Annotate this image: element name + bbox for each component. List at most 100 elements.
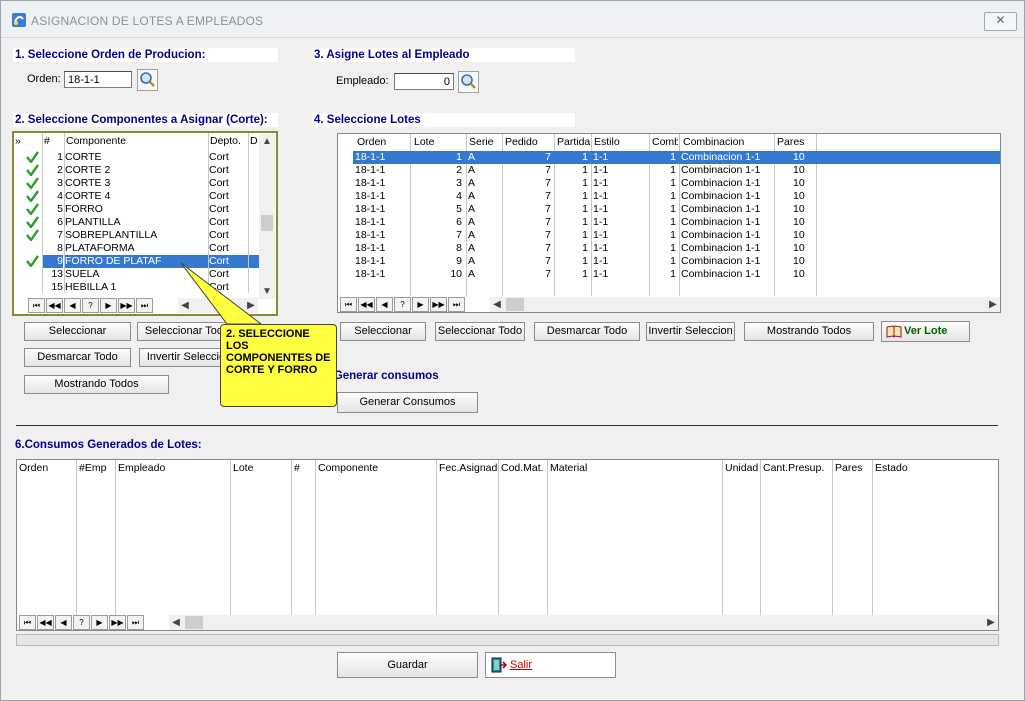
checkmark-icon[interactable] (26, 177, 39, 189)
num-header[interactable]: # (44, 134, 50, 148)
comp-desmarcar-todo-button[interactable]: Desmarcar Todo (24, 348, 131, 367)
consumos-material-header[interactable]: Material (550, 461, 587, 475)
componente-header[interactable]: Componente (66, 134, 126, 148)
consumos-orden-header[interactable]: Orden (19, 461, 48, 475)
nav-help-icon[interactable]: ? (82, 298, 99, 313)
nav-prev-page-icon[interactable]: ◀◀ (46, 298, 63, 313)
consumos-estado-header[interactable]: Estado (875, 461, 908, 475)
nav-last-icon[interactable]: ⏭ (448, 297, 465, 312)
nav-next-icon[interactable]: ▶ (100, 298, 117, 313)
scroll-left-icon[interactable]: ◀ (490, 297, 504, 312)
nav-next-page-icon[interactable]: ▶▶ (118, 298, 135, 313)
table-row[interactable]: 18-1-1 9 A 7 1 1-1 1 Combinacion 1-1 10 (338, 255, 1000, 268)
consumos-hscroll[interactable]: ◀ ▶ (169, 615, 998, 630)
nav-next-page-icon[interactable]: ▶▶ (430, 297, 447, 312)
lotes-estilo-header[interactable]: Estilo (594, 135, 620, 149)
checkmark-icon[interactable] (26, 229, 39, 241)
lotes-serie-header[interactable]: Serie (469, 135, 494, 149)
lotes-seleccionar-button[interactable]: Seleccionar (340, 322, 426, 341)
nav-first-icon[interactable]: ⏮ (28, 298, 45, 313)
scroll-thumb[interactable] (261, 215, 273, 231)
table-row[interactable]: 5 FORRO Cort (14, 203, 259, 216)
checkmark-icon[interactable] (26, 255, 39, 267)
consumos-emp-header[interactable]: #Emp (79, 461, 106, 475)
guardar-button[interactable]: Guardar (337, 652, 478, 678)
nav-prev-page-icon[interactable]: ◀◀ (37, 615, 54, 630)
table-row[interactable]: 18-1-1 5 A 7 1 1-1 1 Combinacion 1-1 10 (338, 203, 1000, 216)
lotes-seleccionar-todo-button[interactable]: Seleccionar Todo (435, 322, 525, 341)
ver-lote-button[interactable]: Ver Lote (881, 321, 970, 342)
table-row[interactable]: 6 PLANTILLA Cort (14, 216, 259, 229)
checkmark-icon[interactable] (26, 216, 39, 228)
consumos-lote-header[interactable]: Lote (233, 461, 253, 475)
nav-first-icon[interactable]: ⏮ (19, 615, 36, 630)
table-row[interactable]: 3 CORTE 3 Cort (14, 177, 259, 190)
checkmark-icon[interactable] (26, 203, 39, 215)
lotes-comb-header[interactable]: Comb (652, 135, 678, 149)
orden-search-button[interactable] (137, 69, 158, 91)
nav-last-icon[interactable]: ⏭ (127, 615, 144, 630)
lotes-partida-header[interactable]: Partida (557, 135, 590, 149)
close-button[interactable]: ✕ (984, 12, 1017, 31)
lotes-desmarcar-todo-button[interactable]: Desmarcar Todo (534, 322, 640, 341)
depto-header[interactable]: Depto. (210, 134, 241, 148)
nav-next-icon[interactable]: ▶ (91, 615, 108, 630)
empleado-input[interactable]: 0 (394, 73, 454, 90)
consumos-empleado-header[interactable]: Empleado (118, 461, 165, 475)
checkmark-icon[interactable] (26, 190, 39, 202)
comp-seleccionar-button[interactable]: Seleccionar (24, 322, 131, 341)
lotes-mostrando-todos-button[interactable]: Mostrando Todos (744, 322, 874, 341)
lotes-combinacion-header[interactable]: Combinacion (683, 135, 744, 149)
nav-prev-page-icon[interactable]: ◀◀ (358, 297, 375, 312)
empleado-search-button[interactable] (458, 71, 479, 93)
table-row[interactable]: 18-1-1 1 A 7 1 1-1 1 Combinacion 1-1 10 (338, 151, 1000, 164)
table-row[interactable]: 4 CORTE 4 Cort (14, 190, 259, 203)
table-row[interactable]: 2 CORTE 2 Cort (14, 164, 259, 177)
nav-next-icon[interactable]: ▶ (412, 297, 429, 312)
scroll-thumb[interactable] (185, 616, 203, 629)
consumos-cant-header[interactable]: Cant.Presup. (763, 461, 824, 475)
lotes-pares-header[interactable]: Pares (777, 135, 804, 149)
table-row[interactable]: 7 SOBREPLANTILLA Cort (14, 229, 259, 242)
comp-mostrando-todos-button[interactable]: Mostrando Todos (24, 375, 169, 394)
table-row[interactable]: 18-1-1 10 A 7 1 1-1 1 Combinacion 1-1 10 (338, 268, 1000, 281)
nav-next-page-icon[interactable]: ▶▶ (109, 615, 126, 630)
table-row[interactable]: 1 CORTE Cort (14, 151, 259, 164)
lotes-hscroll[interactable]: ◀ ▶ (490, 297, 1000, 312)
table-row[interactable]: 18-1-1 4 A 7 1 1-1 1 Combinacion 1-1 10 (338, 190, 1000, 203)
nav-help-icon[interactable]: ? (73, 615, 90, 630)
checkmark-icon[interactable] (26, 164, 39, 176)
lotes-lote-header[interactable]: Lote (414, 135, 434, 149)
nav-prev-icon[interactable]: ◀ (376, 297, 393, 312)
consumos-num-header[interactable]: # (294, 461, 300, 475)
nav-prev-icon[interactable]: ◀ (64, 298, 81, 313)
checkmark-icon[interactable] (26, 151, 39, 163)
nav-last-icon[interactable]: ⏭ (136, 298, 153, 313)
lotes-invertir-seleccion-button[interactable]: Invertir Seleccion (646, 322, 735, 341)
table-row[interactable]: 18-1-1 6 A 7 1 1-1 1 Combinacion 1-1 10 (338, 216, 1000, 229)
scroll-right-icon[interactable]: ▶ (986, 297, 1000, 312)
scroll-thumb[interactable] (506, 298, 524, 311)
scroll-up-icon[interactable]: ▲ (260, 134, 274, 149)
nav-prev-icon[interactable]: ◀ (55, 615, 72, 630)
cell-serie: A (468, 151, 501, 164)
table-row[interactable]: 18-1-1 8 A 7 1 1-1 1 Combinacion 1-1 10 (338, 242, 1000, 255)
table-row[interactable]: 18-1-1 3 A 7 1 1-1 1 Combinacion 1-1 10 (338, 177, 1000, 190)
consumos-unidad-header[interactable]: Unidad (725, 461, 758, 475)
lotes-pedido-header[interactable]: Pedido (505, 135, 538, 149)
d-header[interactable]: D (250, 134, 258, 148)
nav-help-icon[interactable]: ? (394, 297, 411, 312)
consumos-codmat-header[interactable]: Cod.Mat. (501, 461, 547, 475)
consumos-componente-header[interactable]: Componente (318, 461, 378, 475)
consumos-pares-header[interactable]: Pares (835, 461, 862, 475)
lotes-orden-header[interactable]: Orden (357, 135, 386, 149)
generar-consumos-button[interactable]: Generar Consumos (337, 392, 478, 413)
table-row[interactable]: 18-1-1 7 A 7 1 1-1 1 Combinacion 1-1 10 (338, 229, 1000, 242)
salir-button[interactable]: Salir (485, 652, 616, 678)
table-row[interactable]: 8 PLATAFORMA Cort (14, 242, 259, 255)
consumos-fec-header[interactable]: Fec.Asignado (439, 461, 497, 475)
table-row[interactable]: 18-1-1 2 A 7 1 1-1 1 Combinacion 1-1 10 (338, 164, 1000, 177)
scroll-left-icon[interactable]: ◀ (169, 615, 183, 630)
scroll-right-icon[interactable]: ▶ (984, 615, 998, 630)
orden-input[interactable]: 18-1-1 (64, 71, 132, 88)
